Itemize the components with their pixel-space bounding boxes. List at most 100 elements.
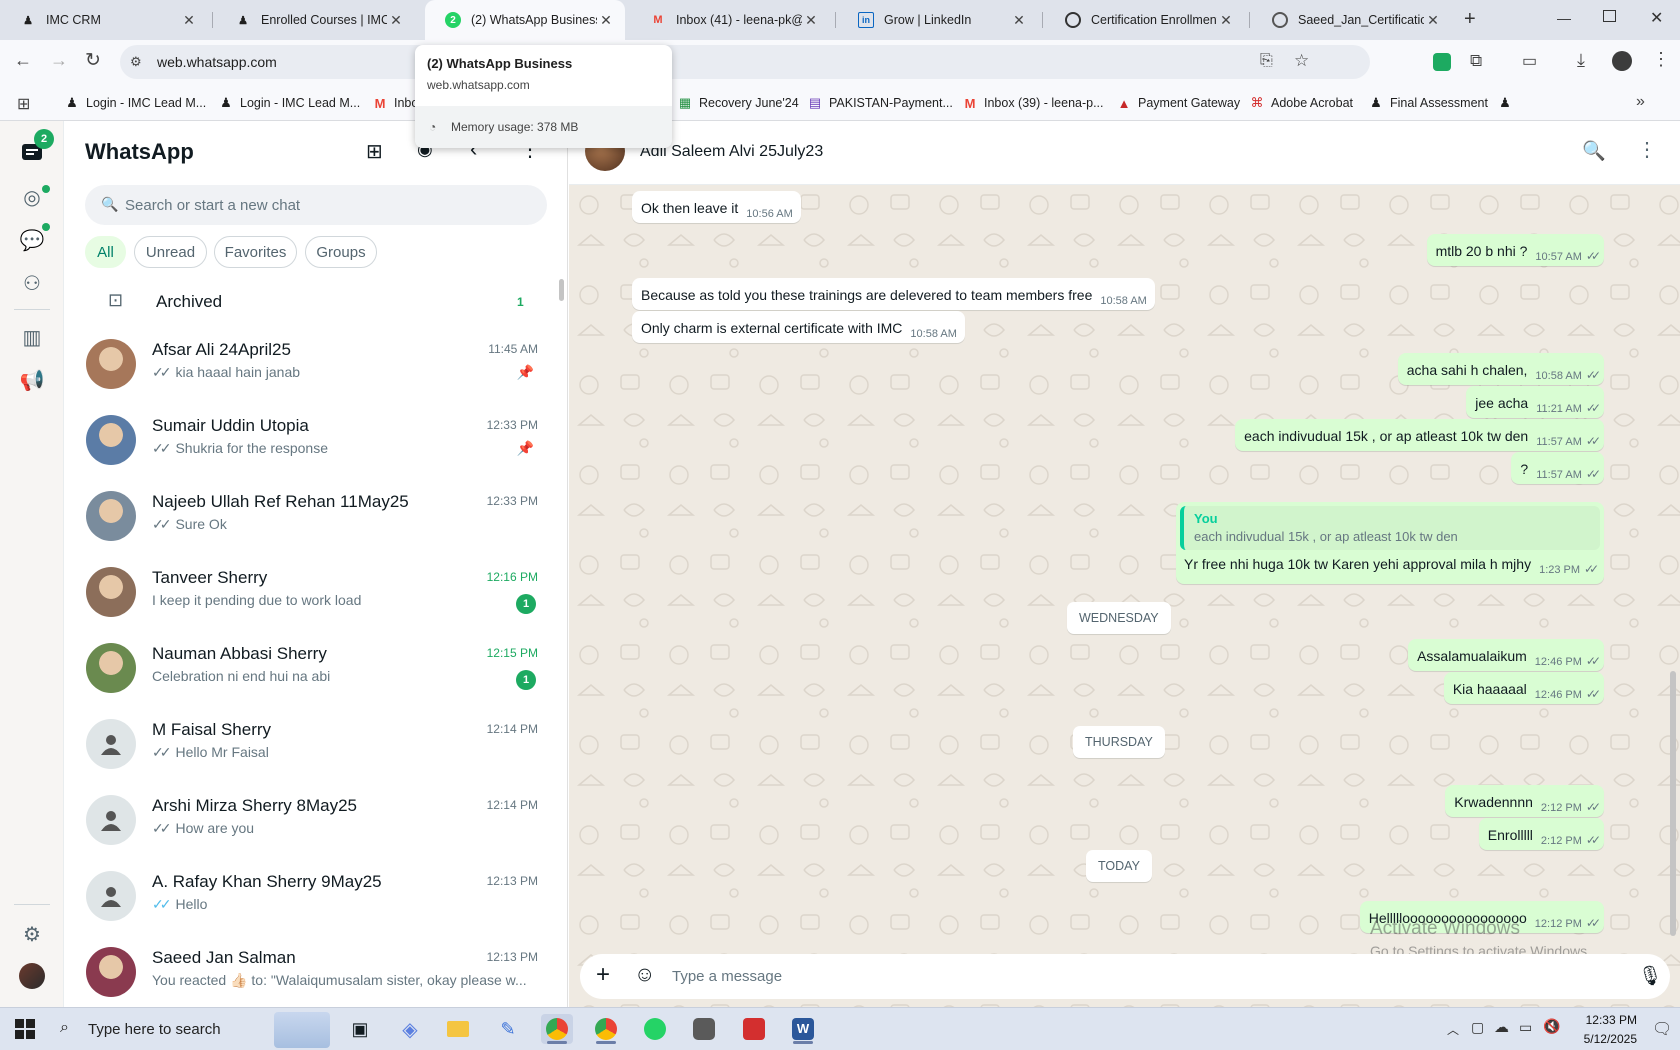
microphone-icon[interactable]: 🎙 xyxy=(1638,964,1662,988)
tray-app-icon[interactable]: ▢ xyxy=(1471,1019,1484,1036)
conversation-menu-icon[interactable]: ⋮ xyxy=(1637,137,1657,162)
bookmark-item[interactable]: ▦ Recovery June'24 xyxy=(677,85,799,121)
profile-avatar[interactable] xyxy=(19,963,45,989)
incoming-message[interactable]: Because as told you these trainings are … xyxy=(632,278,1155,310)
profile-avatar[interactable] xyxy=(1612,51,1632,71)
search-input[interactable]: 🔍 Search or start a new chat xyxy=(85,185,547,225)
settings-icon[interactable]: ⚙ xyxy=(18,920,46,948)
tab-close-icon[interactable]: ✕ xyxy=(1010,12,1028,29)
taskbar-date[interactable]: 5/12/2025 xyxy=(1567,1032,1637,1046)
tab-close-icon[interactable]: ✕ xyxy=(1424,12,1442,29)
browser-menu-icon[interactable]: ⋮ xyxy=(1652,49,1670,70)
clock-app-icon[interactable] xyxy=(688,1014,720,1044)
chat-list-item[interactable]: Sumair Uddin Utopia ✓✓ Shukria for the res… xyxy=(64,402,567,478)
minimize-icon[interactable]: — xyxy=(1557,10,1571,26)
onedrive-icon[interactable]: ☁ xyxy=(1494,1018,1509,1036)
tab-enrolled-courses[interactable]: ♟ Enrolled Courses | IMC Ce ✕ xyxy=(215,0,415,40)
chat-list-item[interactable]: Saeed Jan Salman You reacted 👍🏻 to: "Wala… xyxy=(64,934,567,1007)
chat-list-item[interactable]: Tanveer Sherry I keep it pending due to w… xyxy=(64,554,567,630)
chat-list-item[interactable]: Afsar Ali 24April25 ✓✓ kia haaal hain jana… xyxy=(64,326,567,402)
notifications-icon[interactable]: 🗨 xyxy=(1652,1019,1672,1039)
chat-list-item[interactable]: Najeeb Ullah Ref Rehan 11May25 ✓✓ Sure Ok 1… xyxy=(64,478,567,554)
more-bookmarks-icon[interactable]: » xyxy=(1636,93,1645,111)
incoming-message[interactable]: Only charm is external certificate with … xyxy=(632,311,965,343)
bookmark-item[interactable]: M Inbox (39) - leena-p... xyxy=(962,85,1104,121)
outgoing-message[interactable]: each indivudual 15k , or ap atleast 10k … xyxy=(1235,419,1604,451)
tray-chevron-icon[interactable]: ︿ xyxy=(1447,1021,1459,1038)
bookmark-item[interactable]: ♟ Final Assessment xyxy=(1368,85,1488,121)
url-text[interactable]: web.whatsapp.com xyxy=(157,54,277,70)
tab-saeed-certification[interactable]: Saeed_Jan_Certification_E ✕ xyxy=(1252,0,1452,40)
sidebar-scrollbar[interactable] xyxy=(559,279,564,301)
message-input[interactable]: Type a message xyxy=(672,968,782,985)
bookmark-item[interactable]: ▲ Payment Gateway xyxy=(1116,85,1241,121)
filter-favorites[interactable]: Favorites xyxy=(214,236,297,268)
outgoing-message[interactable]: acha sahi h chalen, 10:58 AM ✓✓ xyxy=(1397,353,1604,385)
bookmark-item[interactable]: ♟ Login - IMC Lead M... xyxy=(218,85,360,121)
new-chat-icon[interactable]: ⊞ xyxy=(366,139,383,164)
close-window-icon[interactable]: ✕ xyxy=(1650,8,1663,28)
outgoing-message[interactable]: mtlb 20 b nhi ? 10:57 AM ✓✓ xyxy=(1426,234,1604,266)
outgoing-message[interactable]: ? 11:57 AM ✓✓ xyxy=(1511,452,1604,484)
sticker-icon[interactable]: ☺ xyxy=(634,963,655,987)
bookmark-item[interactable]: ♟ xyxy=(1497,85,1519,121)
tab-whatsapp-business[interactable]: 2 (2) WhatsApp Business ✕ xyxy=(425,0,625,40)
file-explorer-icon[interactable] xyxy=(442,1014,474,1044)
advertise-icon[interactable]: 📢 xyxy=(18,366,46,394)
install-app-icon[interactable]: ⎘ xyxy=(1260,52,1273,70)
bookmark-item[interactable]: ▤ PAKISTAN-Payment... xyxy=(807,85,953,121)
tab-close-icon[interactable]: ✕ xyxy=(1217,12,1235,29)
chat-list-item[interactable]: A. Rafay Khan Sherry 9May25 ✓✓ Hello 12:13 … xyxy=(64,858,567,934)
bookmark-star-icon[interactable]: ☆ xyxy=(1294,51,1309,71)
taskbar-time[interactable]: 12:33 PM xyxy=(1567,1013,1637,1027)
message-bubble-reply[interactable]: You each indivudual 15k , or ap atleast 1… xyxy=(1176,502,1604,584)
outgoing-message[interactable]: Krwadennnn 2:12 PM ✓✓ xyxy=(1445,785,1604,817)
incoming-message[interactable]: Ok then leave it 10:56 AM xyxy=(632,191,801,223)
windows-start-icon[interactable] xyxy=(15,1019,35,1039)
tab-gmail-inbox[interactable]: M Inbox (41) - leena-pk@im ✕ xyxy=(630,0,830,40)
network-icon[interactable]: ▭ xyxy=(1519,1019,1532,1036)
paint-icon[interactable]: ✎ xyxy=(492,1014,524,1044)
search-messages-icon[interactable]: 🔍 xyxy=(1582,139,1606,163)
communities-icon[interactable]: ⚇ xyxy=(18,269,46,297)
quoted-message[interactable]: You each indivudual 15k , or ap atleast 1… xyxy=(1180,506,1600,550)
catalog-icon[interactable]: ▥ xyxy=(18,323,46,351)
chat-list-item[interactable]: M Faisal Sherry ✓✓ Hello Mr Faisal 12:14 PM xyxy=(64,706,567,782)
chrome-icon[interactable] xyxy=(541,1014,573,1044)
acrobat-taskbar-icon[interactable] xyxy=(738,1014,770,1044)
new-tab-icon[interactable]: + xyxy=(1464,8,1476,31)
attach-plus-icon[interactable]: + xyxy=(596,961,610,989)
outgoing-message[interactable]: Kia haaaaal 12:46 PM ✓✓ xyxy=(1443,672,1604,704)
volume-muted-icon[interactable]: 🔇 xyxy=(1543,1018,1560,1035)
chat-list-item[interactable]: Arshi Mirza Sherry 8May25 ✓✓ How are you 12… xyxy=(64,782,567,858)
channels-icon[interactable]: 💬 xyxy=(18,226,46,254)
tab-close-icon[interactable]: ✕ xyxy=(597,12,615,29)
whatsapp-taskbar-icon[interactable] xyxy=(639,1014,671,1044)
reload-icon[interactable]: ↻ xyxy=(85,49,101,72)
task-view-icon[interactable]: ▣ xyxy=(344,1014,376,1044)
back-icon[interactable]: ← xyxy=(14,50,32,71)
site-info-icon[interactable]: ⚙ xyxy=(130,54,142,70)
restore-icon[interactable] xyxy=(1603,10,1616,22)
download-icon[interactable]: ⤓ xyxy=(1577,50,1585,71)
filter-groups[interactable]: Groups xyxy=(305,236,377,268)
taskbar-search[interactable]: ⌕ Type here to search xyxy=(48,1008,338,1050)
conversation-header[interactable]: Adil Saleem Alvi 25July23 🔍 ⋮ xyxy=(569,121,1680,185)
filter-unread[interactable]: Unread xyxy=(134,236,207,268)
tab-certification-enrollment[interactable]: Certification Enrollment R ✕ xyxy=(1045,0,1245,40)
word-icon[interactable]: W xyxy=(787,1014,819,1044)
bookmark-item[interactable]: ⌘ Adobe Acrobat xyxy=(1249,85,1354,121)
message-composer[interactable]: + ☺ Type a message 🎙 xyxy=(580,954,1670,999)
outgoing-message[interactable]: jee acha 11:21 AM ✓✓ xyxy=(1466,386,1604,418)
forward-icon[interactable]: → xyxy=(50,50,68,71)
conversation-scrollbar[interactable] xyxy=(1670,671,1676,936)
cast-icon[interactable]: ▭ xyxy=(1522,51,1537,71)
omnibox[interactable]: ⚙ web.whatsapp.com ⎘ ☆ xyxy=(120,45,1370,79)
archived-row[interactable]: ⊡ Archived 1 xyxy=(64,278,554,326)
chat-list-item[interactable]: Nauman Abbasi Sherry Celebration ni end h… xyxy=(64,630,567,706)
extensions-icon[interactable]: ⧉ xyxy=(1470,51,1482,71)
tab-close-icon[interactable]: ✕ xyxy=(802,12,820,29)
bookmark-item[interactable]: M Inbo xyxy=(372,85,419,121)
bookmark-item[interactable]: ♟ Login - IMC Lead M... xyxy=(64,85,206,121)
outgoing-message[interactable]: Enrolllll 2:12 PM ✓✓ xyxy=(1478,818,1604,850)
